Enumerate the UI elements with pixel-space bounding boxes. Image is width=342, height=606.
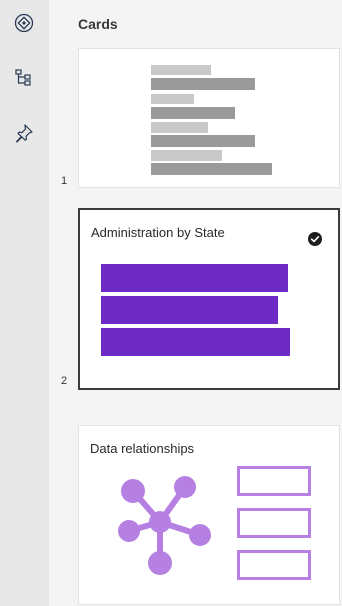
card-administration-by-state[interactable]: Administration by State: [78, 208, 340, 390]
hierarchy-button[interactable]: [8, 62, 40, 94]
preview-bar: [151, 94, 194, 104]
preview-bar: [151, 65, 211, 75]
panel-title: Cards: [78, 16, 118, 32]
preview-bar: [101, 296, 278, 324]
cards-panel: Cards 1 2 Administration by State Data r…: [0, 0, 342, 606]
hierarchy-icon: [15, 69, 31, 86]
preview-box: [237, 466, 311, 496]
navigator-icon: [14, 13, 34, 33]
network-illustration: [118, 476, 211, 575]
pin-icon: [16, 124, 33, 143]
card-title: Administration by State: [91, 225, 225, 240]
preview-bar: [101, 328, 290, 356]
pin-button[interactable]: [8, 117, 40, 149]
preview-bar: [151, 122, 208, 133]
card-data-relationships[interactable]: Data relationships: [78, 425, 340, 605]
card-title: Data relationships: [90, 441, 195, 456]
preview-bar: [101, 264, 288, 292]
preview-bar: [151, 135, 255, 147]
card-gray-bar-chart[interactable]: [78, 48, 340, 188]
preview-box: [237, 550, 311, 580]
preview-bar: [151, 78, 255, 90]
card-number: 2: [61, 375, 68, 387]
left-rail: [0, 0, 49, 606]
preview-bar: [151, 107, 235, 119]
selected-check-icon: [308, 232, 322, 246]
preview-bar: [151, 163, 272, 175]
preview-box: [237, 508, 311, 538]
card-number: 1: [61, 175, 68, 187]
navigator-button[interactable]: [8, 7, 40, 39]
preview-bar: [151, 150, 222, 161]
